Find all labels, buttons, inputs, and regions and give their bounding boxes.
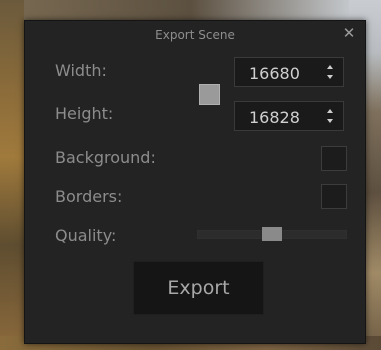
width-spinbox[interactable]: 16680 xyxy=(234,57,344,87)
close-icon[interactable]: ✕ xyxy=(341,25,357,41)
scene-left xyxy=(0,0,24,350)
width-increment-icon[interactable] xyxy=(327,65,333,69)
width-spin-arrows[interactable] xyxy=(325,62,335,82)
borders-label: Borders: xyxy=(55,187,123,206)
borders-checkbox[interactable] xyxy=(321,184,347,209)
width-label: Width: xyxy=(55,61,107,80)
quality-slider-handle[interactable] xyxy=(262,227,282,241)
width-decrement-icon[interactable] xyxy=(327,75,333,79)
quality-label: Quality: xyxy=(55,226,117,245)
export-button[interactable]: Export xyxy=(133,261,264,315)
dialog-title: Export Scene xyxy=(155,28,235,42)
height-label: Height: xyxy=(55,104,114,123)
height-spinbox[interactable]: 16828 xyxy=(234,101,344,131)
height-spin-arrows[interactable] xyxy=(325,106,335,126)
width-value[interactable]: 16680 xyxy=(249,64,300,83)
export-scene-dialog: Export Scene ✕ Width: 16680 Height: 1682… xyxy=(24,20,366,344)
background-label: Background: xyxy=(55,148,156,167)
color-swatch[interactable] xyxy=(199,84,220,105)
background-checkbox[interactable] xyxy=(321,146,347,171)
height-decrement-icon[interactable] xyxy=(327,119,333,123)
height-value[interactable]: 16828 xyxy=(249,108,300,127)
height-increment-icon[interactable] xyxy=(327,109,333,113)
scene-top xyxy=(0,0,381,20)
